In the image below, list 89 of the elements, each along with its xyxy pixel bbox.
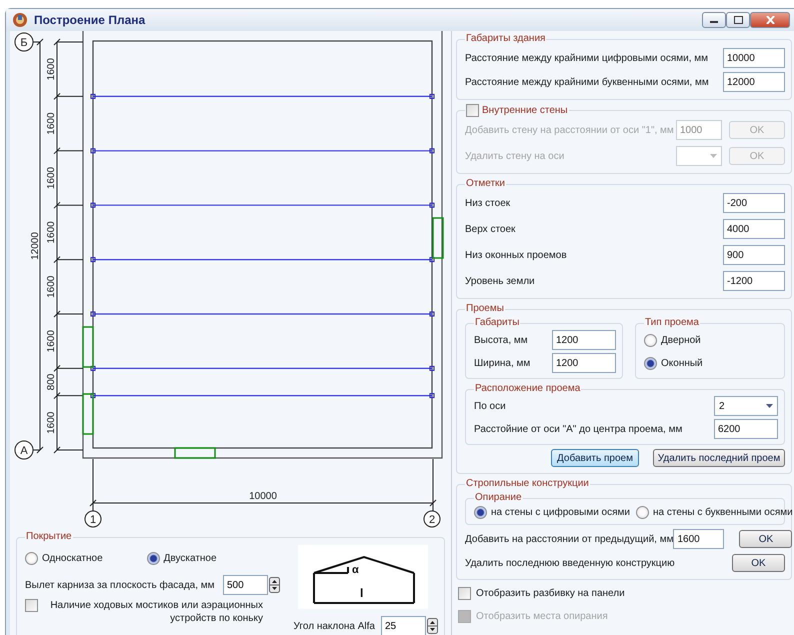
field-label: Добавить на расстоянии от предыдущий, мм [465, 534, 674, 544]
radio-option[interactable]: на стены с буквенными осями [636, 506, 793, 518]
maximize-icon [734, 16, 742, 24]
checkbox[interactable] [458, 587, 471, 600]
group-title: Стропильные конструкции [465, 478, 590, 490]
ok-button[interactable]: OK [739, 530, 792, 548]
checkbox[interactable] [25, 599, 38, 612]
field-label: Ширина, мм [474, 358, 532, 368]
group-title: Тип проема [644, 317, 700, 329]
axis-label: А [20, 445, 28, 457]
text-field[interactable]: 1600 [673, 529, 724, 549]
text-field[interactable]: 12000 [723, 72, 785, 92]
text-field[interactable]: 4000 [723, 219, 785, 239]
dimension-label: 1600 [46, 221, 57, 244]
axis-bubble [424, 510, 440, 528]
group-title: Внутренние стены [482, 104, 568, 116]
opening-marker [432, 217, 444, 259]
field-label: Удалить стену на оси [465, 150, 566, 162]
group-title: Расположение проема [474, 383, 582, 395]
radio-option[interactable]: Дверной [644, 334, 701, 346]
window-title: Построение Плана [34, 13, 146, 27]
group-title: Габариты [474, 317, 520, 329]
radio-option[interactable]: Односкатное [25, 552, 103, 564]
checkbox-label: Отобразить разбивку на панели [476, 588, 625, 599]
group-title: Отметки [465, 178, 506, 190]
field-label: Верх стоек [465, 224, 516, 234]
dimension-label: 800 [46, 374, 57, 390]
group-title: Опирание [474, 492, 523, 504]
field-label: Низ оконных проемов [465, 250, 568, 260]
dropdown-arrow-icon [766, 404, 773, 408]
radio-option[interactable]: Оконный [644, 356, 703, 370]
group-title: Габариты здания [465, 33, 546, 45]
checkbox[interactable] [466, 104, 479, 117]
spin-arrows-icon[interactable] [427, 618, 438, 634]
dimension-label: 1600 [46, 58, 57, 80]
radio-option[interactable]: на стены с цифровыми осями [474, 506, 630, 518]
checkbox-label: Наличие ходовых мостиков или аэрационных устройств по коньку [49, 599, 263, 625]
text-field[interactable]: 1200 [552, 353, 616, 373]
field-label: Расстойние от оси "А" до центра проема, мм [474, 424, 684, 434]
spin-field[interactable]: 500 [223, 575, 268, 595]
text-field[interactable]: 6200 [714, 419, 778, 439]
field-label: Высота, мм [474, 334, 529, 346]
app-icon [12, 12, 28, 28]
minimize-button[interactable] [702, 12, 726, 28]
dimension-label: 12000 [30, 232, 41, 260]
field-label: Низ стоек [465, 198, 512, 208]
checkbox-label: Отобразить места опирания [476, 611, 608, 622]
text-field[interactable]: 1200 [552, 330, 616, 350]
text-field[interactable]: 900 [723, 245, 785, 265]
dimension-label: 10000 [249, 491, 277, 502]
dimension-label: 1600 [46, 112, 57, 135]
axis-bubble [14, 440, 34, 460]
action-button[interactable]: Удалить последний проем [653, 449, 785, 467]
dimension-label: 1600 [46, 166, 57, 190]
action-button[interactable]: Добавить проем [551, 449, 639, 467]
opening-marker [82, 326, 94, 368]
opening-marker [82, 393, 94, 435]
group-title: Проемы [465, 303, 505, 315]
spin-arrows-icon[interactable] [269, 577, 280, 593]
dimension-label: 1600 [46, 412, 57, 434]
axis-label: 1 [90, 514, 96, 526]
close-button[interactable] [750, 12, 790, 28]
text-field[interactable]: -1200 [723, 271, 785, 291]
radio-option[interactable]: Двускатное [146, 552, 217, 564]
field-label: Угол наклона Alfa [294, 620, 375, 632]
dimension-label: 1600 [46, 276, 57, 298]
text-field[interactable]: 10000 [723, 48, 785, 68]
close-icon [766, 16, 774, 24]
field-label: Уровень земли [465, 276, 536, 286]
field-label: По оси [474, 400, 507, 412]
axis-label: Б [20, 37, 28, 49]
dropdown-arrow-icon [710, 154, 717, 158]
dimension-label: 1600 [46, 330, 57, 352]
ok-button[interactable]: OK [732, 554, 785, 572]
opening-marker [174, 447, 216, 459]
spin-field[interactable]: 25 [381, 616, 426, 635]
axis-dropdown[interactable]: 2 [714, 396, 778, 416]
roof-section-drawing: α l [298, 545, 428, 609]
axis-label: 2 [428, 514, 436, 526]
field-label: Расстояние между крайними буквенными осями, мм [465, 76, 710, 88]
group-title: Покрытие [25, 531, 73, 543]
dropdown-value: 2 [719, 400, 725, 412]
field-label: Вылет карниза за плоскость фасада, мм [25, 580, 216, 590]
field-label: Добавить стену на расстоянии от оси "1", мм [465, 124, 675, 136]
maximize-button[interactable] [726, 12, 750, 28]
axis-bubble [84, 510, 102, 528]
field-label: Расстояние между крайними цифровыми осями, мм [465, 52, 709, 64]
text-field[interactable]: -200 [723, 193, 785, 213]
field-label: Удалить последнюю введенную конструкцию [465, 558, 676, 568]
